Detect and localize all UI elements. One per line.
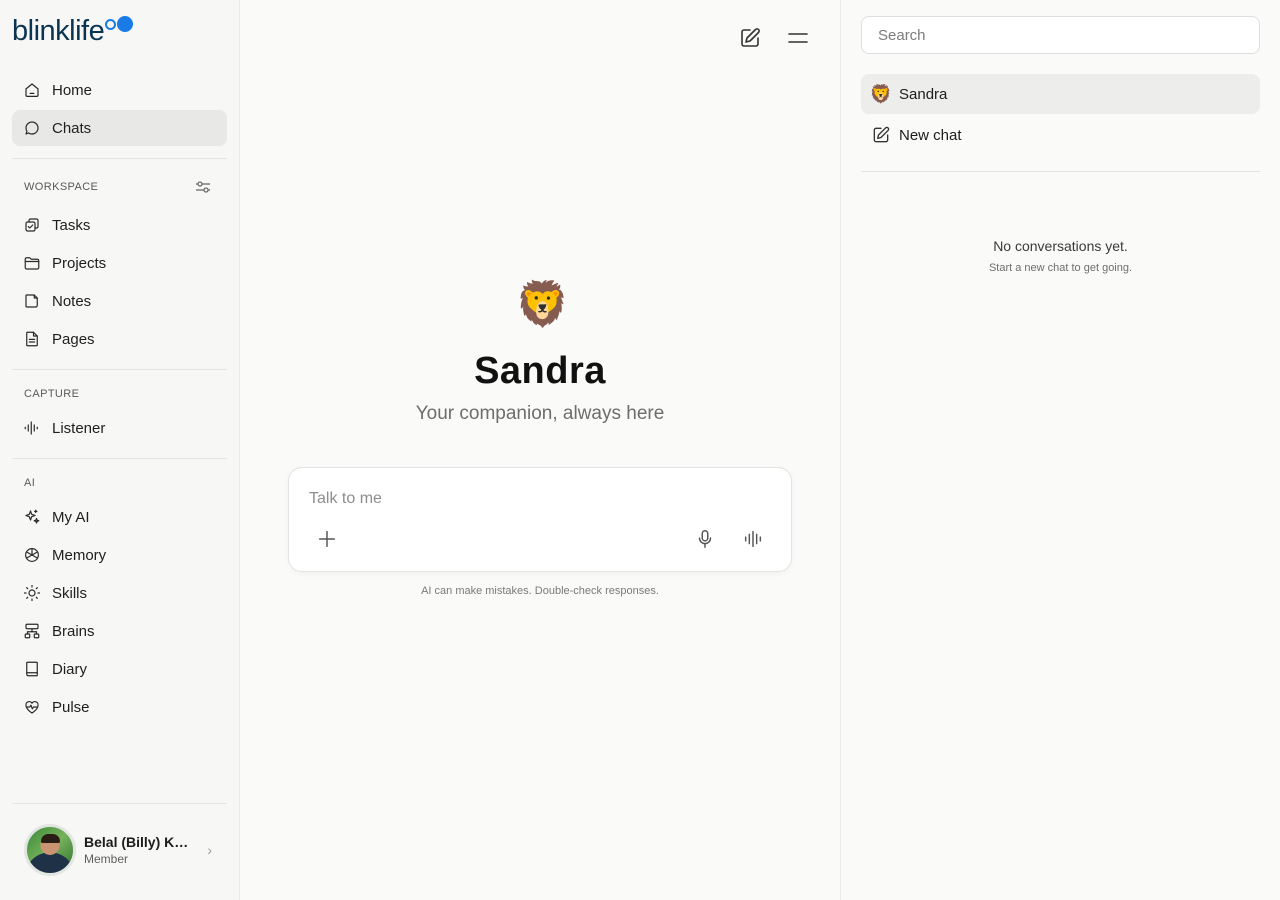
sidebar-item-label: Memory [52,546,107,564]
sidebar-item-pulse[interactable]: Pulse [12,689,227,725]
sidebar-item-label: Pages [52,330,95,348]
chat-bubble-icon [23,119,41,137]
menu-icon[interactable] [786,26,810,50]
message-composer [288,467,792,572]
sun-icon [23,584,41,602]
conversation-item-sandra[interactable]: 🦁 Sandra [861,74,1260,114]
network-icon [23,622,41,640]
document-icon [23,330,41,348]
sparkles-icon [23,508,41,526]
sidebar-item-label: My AI [52,508,90,526]
sidebar-item-label: Projects [52,254,107,272]
logo-text: blinklife [12,15,105,47]
sidebar-item-pages[interactable]: Pages [12,321,227,357]
chat-main: 🦁 Sandra Your companion, always here AI … [240,0,840,900]
sidebar: blinklife Home Chats WORKSPACE Tasks Pro… [0,0,240,900]
logo-mark-icon [105,16,135,32]
user-name: Belal (Billy) Kh... [84,834,194,850]
new-chat-label: New chat [899,126,962,144]
sidebar-item-chats[interactable]: Chats [12,110,227,146]
section-label-capture: CAPTURE [24,388,80,400]
note-icon [23,292,41,310]
companion-name: Sandra [474,350,606,392]
divider [12,803,227,804]
sidebar-item-label: Home [52,81,93,99]
user-role: Member [84,852,129,866]
sidebar-item-label: Brains [52,622,95,640]
divider [12,458,227,459]
sidebar-item-label: Tasks [52,216,91,234]
sidebar-item-my-ai[interactable]: My AI [12,499,227,535]
sidebar-item-label: Notes [52,292,92,310]
new-chat-button[interactable]: New chat [861,115,1260,155]
user-profile-card[interactable]: Belal (Billy) Kh... Member › [24,824,224,876]
section-label-ai: AI [24,477,36,489]
sidebar-item-brains[interactable]: Brains [12,613,227,649]
conversation-label: Sandra [899,85,948,103]
divider [12,158,227,159]
memory-icon [23,546,41,564]
companion-tagline: Your companion, always here [415,403,665,424]
sidebar-item-label: Pulse [52,698,90,716]
search-input[interactable] [861,16,1260,54]
avatar [24,824,76,876]
book-icon [23,660,41,678]
sidebar-item-diary[interactable]: Diary [12,651,227,687]
sidebar-item-projects[interactable]: Projects [12,245,227,281]
blinklife-logo[interactable]: blinklife [12,14,135,50]
sidebar-item-skills[interactable]: Skills [12,575,227,611]
empty-state-subtitle: Start a new chat to get going. [988,262,1133,274]
sidebar-item-notes[interactable]: Notes [12,283,227,319]
audio-waveform-icon [23,419,41,437]
divider [12,369,227,370]
sidebar-item-listener[interactable]: Listener [12,410,227,446]
sidebar-item-label: Diary [52,660,88,678]
heart-pulse-icon [23,698,41,716]
chevron-right-icon: › [207,842,212,858]
plus-icon[interactable] [315,527,339,551]
folder-icon [23,254,41,272]
user-info: Belal (Billy) Kh... Member [84,834,194,866]
voice-waveform-icon[interactable] [741,527,765,551]
sidebar-item-label: Chats [52,119,92,137]
new-chat-icon[interactable] [738,26,762,50]
ai-disclaimer: AI can make mistakes. Double-check respo… [421,585,659,597]
sidebar-item-home[interactable]: Home [12,72,227,108]
companion-avatar: 🦁 [515,280,570,329]
sidebar-item-label: Skills [52,584,88,602]
microphone-icon[interactable] [693,527,717,551]
sidebar-item-label: Listener [52,419,106,437]
conversations-panel: 🦁 Sandra New chat No conversations yet. … [840,0,1280,900]
new-chat-icon [871,125,891,145]
tasks-icon [23,216,41,234]
empty-state-title: No conversations yet. [993,238,1128,254]
sidebar-item-tasks[interactable]: Tasks [12,207,227,243]
divider [861,171,1260,172]
home-icon [23,81,41,99]
sidebar-item-memory[interactable]: Memory [12,537,227,573]
sliders-icon[interactable] [195,180,211,194]
message-input[interactable] [309,488,769,510]
section-label-workspace: WORKSPACE [24,181,99,193]
lion-icon: 🦁 [869,84,893,104]
